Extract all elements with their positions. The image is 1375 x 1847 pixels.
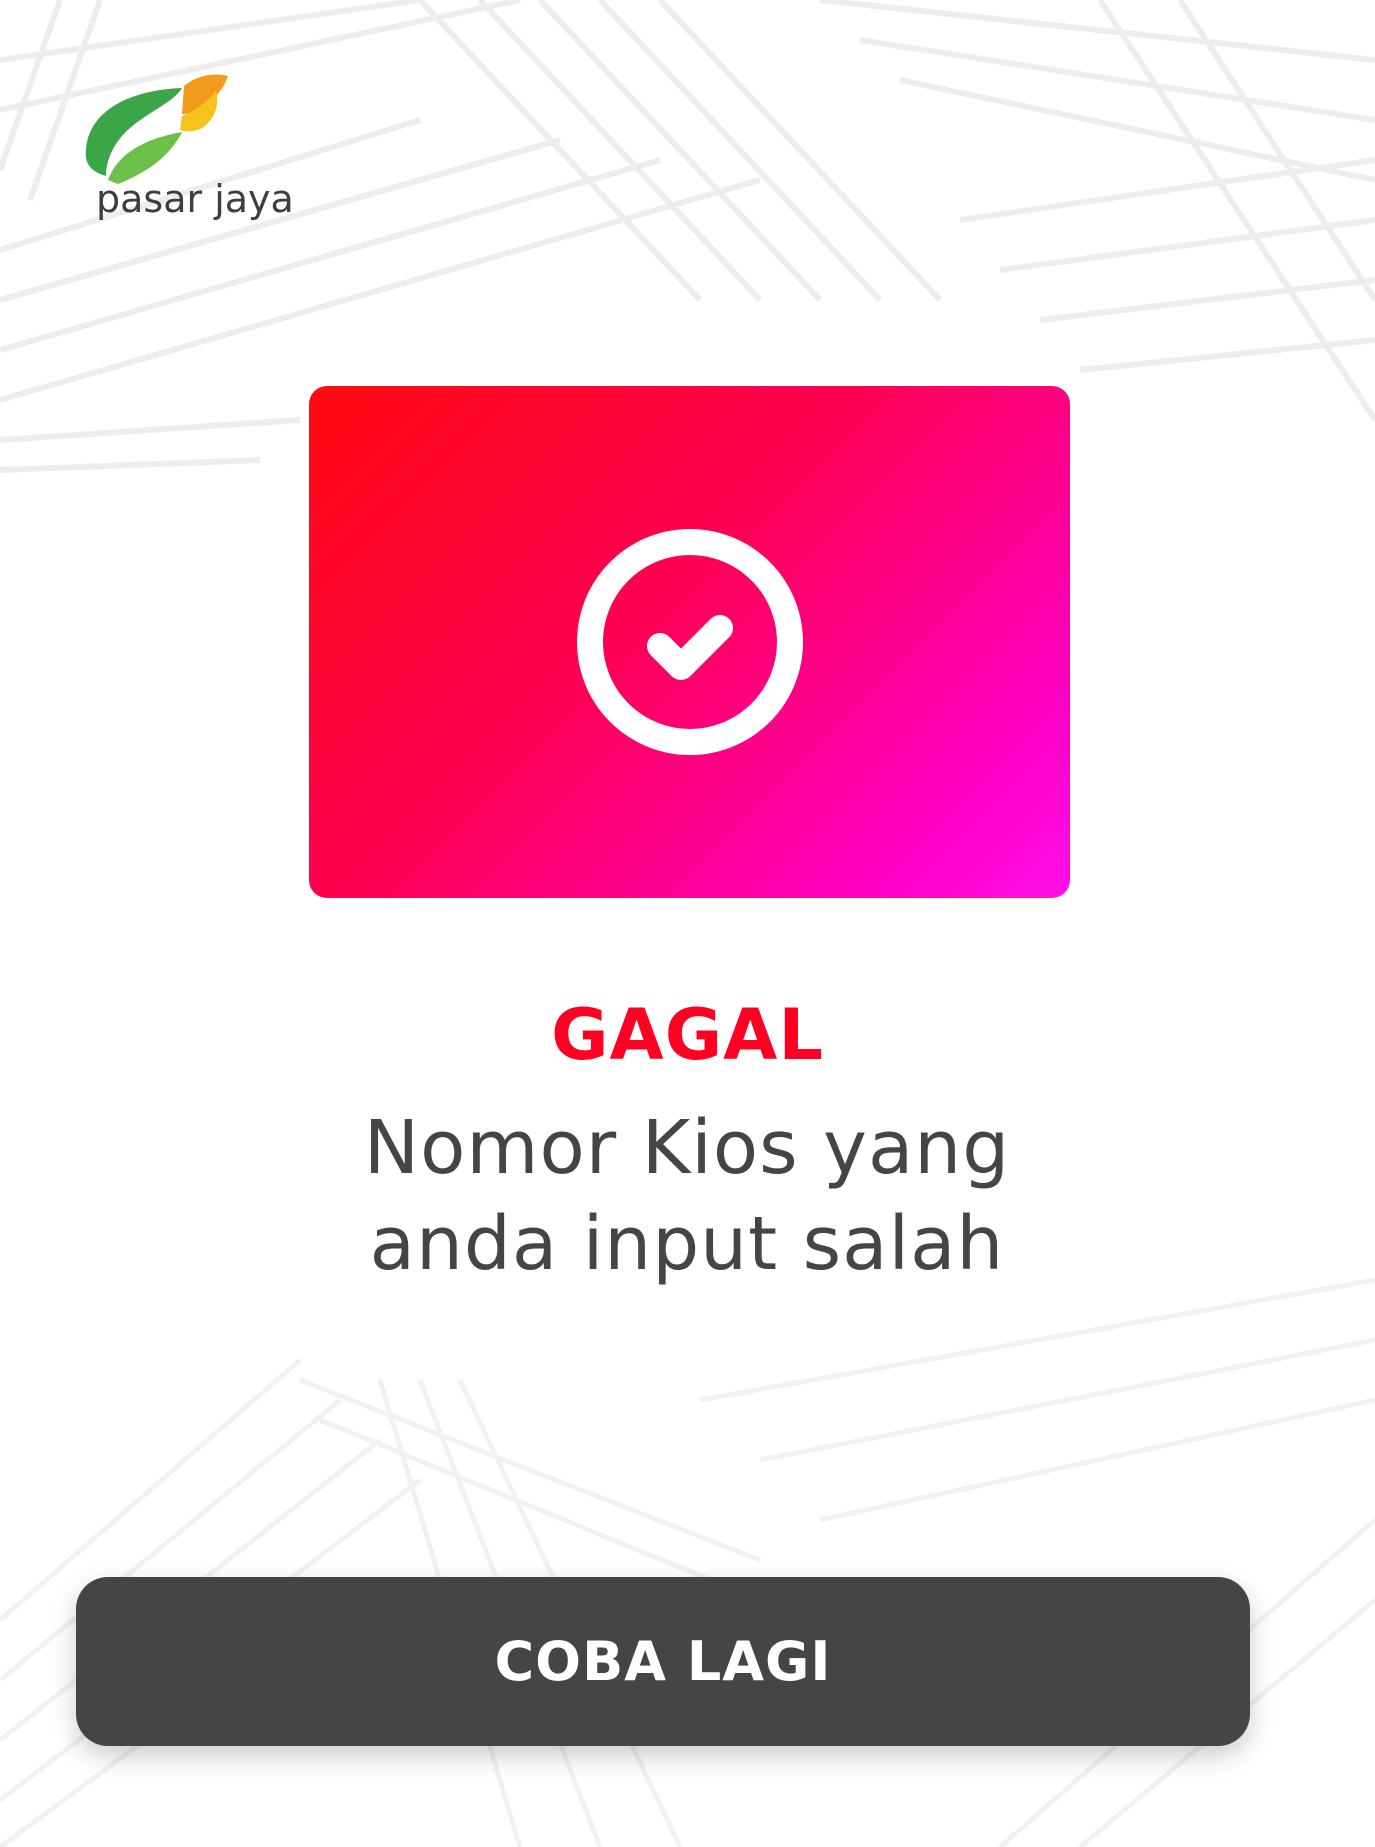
background-pattern [0,0,1375,1847]
status-message-line2: anda input salah [369,1201,1005,1287]
status-message: Nomor Kios yang anda input salah [237,1100,1137,1292]
retry-button[interactable]: COBA LAGI [76,1577,1250,1746]
check-circle-icon [576,528,804,756]
brand-logo: pasar jaya [78,72,318,222]
svg-text:pasar jaya: pasar jaya [96,177,294,221]
status-message-line1: Nomor Kios yang [363,1105,1011,1191]
status-card [309,386,1070,898]
status-title: GAGAL [551,994,824,1076]
leaf-logo-icon: pasar jaya [85,74,294,221]
